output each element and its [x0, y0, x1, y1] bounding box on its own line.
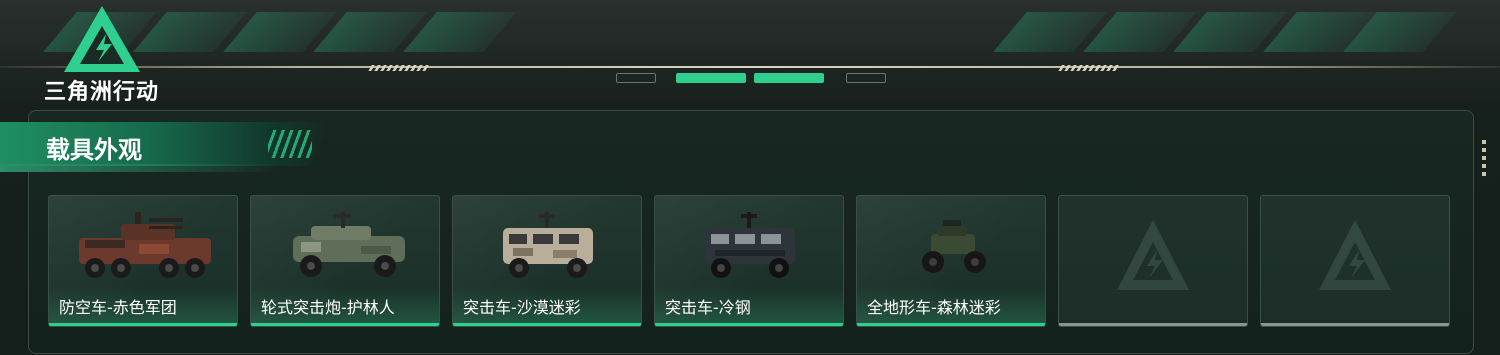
skin-card[interactable]: 突击车-沙漠迷彩	[452, 195, 642, 327]
panel-title: 载具外观	[46, 136, 142, 164]
empty-skin-slot[interactable]	[1058, 195, 1248, 327]
skin-card-underline	[857, 323, 1045, 326]
game-logo-text: 三角洲行动	[44, 80, 160, 105]
assault-vehicle-steel-image	[705, 212, 795, 278]
header-ticks-decoration	[1058, 65, 1122, 71]
skin-card-underline	[49, 323, 237, 326]
skin-card-underline	[1261, 323, 1449, 326]
skin-card-underline	[453, 323, 641, 326]
page-indicator-pill	[616, 73, 656, 83]
header-divider	[0, 66, 1500, 68]
skin-card-label: 防空车-赤色军团	[59, 298, 177, 317]
skin-card-underline	[655, 323, 843, 326]
skin-card-label: 突击车-冷钢	[665, 298, 751, 317]
skin-card-label: 全地形车-森林迷彩	[867, 298, 1001, 317]
panel-title-underline	[0, 164, 280, 172]
skin-card-underline	[1059, 323, 1247, 326]
wheeled-assault-gun-image	[293, 212, 405, 277]
placeholder-logo-icon	[1319, 220, 1391, 290]
skin-card-label: 轮式突击炮-护林人	[261, 298, 395, 317]
empty-skin-slot[interactable]	[1260, 195, 1450, 327]
skin-card[interactable]: 全地形车-森林迷彩	[856, 195, 1046, 327]
delta-force-logo-icon	[64, 6, 140, 72]
scroll-indicator	[1482, 140, 1486, 180]
page-indicator-pill-active	[676, 73, 746, 83]
assault-vehicle-desert-image	[503, 212, 593, 278]
header-ticks-decoration	[368, 65, 432, 71]
vehicle-skins-screen: 三角洲行动 载具外观 防空车-赤色军团 轮式突击炮-护林人 突击车-沙漠迷彩 突…	[0, 0, 1500, 355]
skin-card-label: 突击车-沙漠迷彩	[463, 298, 581, 317]
atv-forest-image	[922, 220, 986, 273]
placeholder-logo-icon	[1117, 220, 1189, 290]
page-indicator-pill	[846, 73, 886, 83]
skin-card[interactable]: 突击车-冷钢	[654, 195, 844, 327]
anti-air-vehicle-image	[79, 212, 211, 278]
skin-card[interactable]: 防空车-赤色军团	[48, 195, 238, 327]
skin-card[interactable]: 轮式突击炮-护林人	[250, 195, 440, 327]
skin-card-underline	[251, 323, 439, 326]
page-indicator-pill-active	[754, 73, 824, 83]
panel-title-stripes-decoration	[268, 130, 312, 158]
